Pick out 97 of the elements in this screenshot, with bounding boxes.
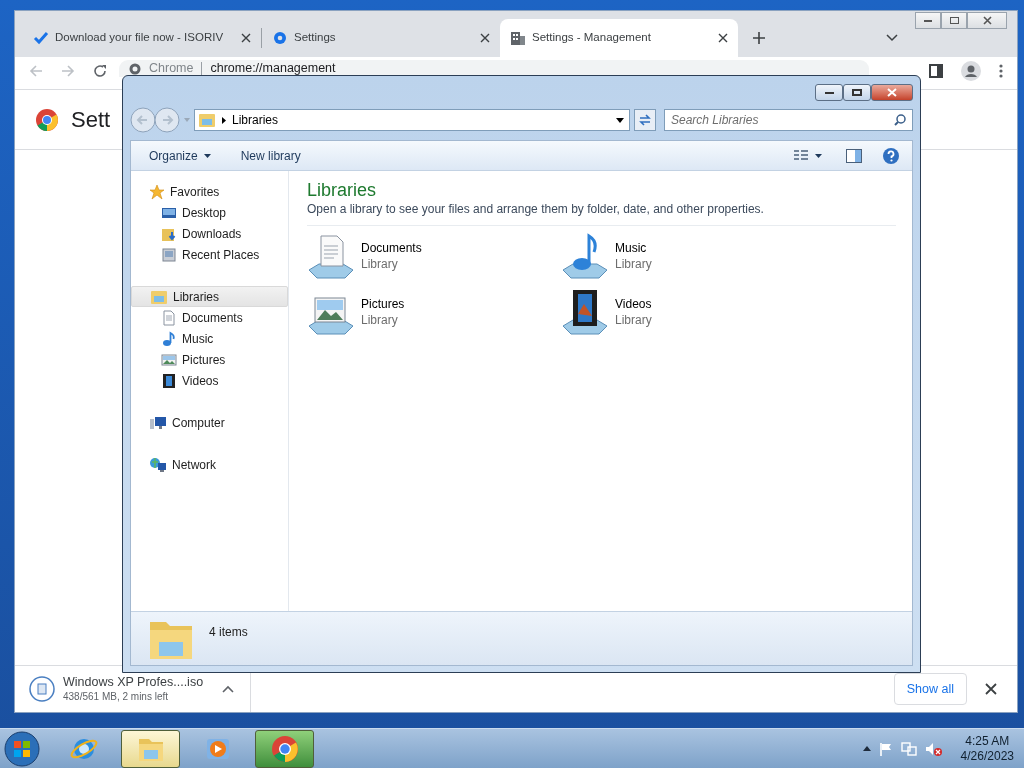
- show-all-button[interactable]: Show all: [893, 673, 967, 705]
- library-folder-icon: [150, 288, 168, 305]
- speaker-muted-icon[interactable]: [924, 741, 943, 756]
- organize-menu[interactable]: Organize: [137, 143, 223, 168]
- maximize-button[interactable]: [941, 12, 967, 29]
- nav-item[interactable]: Pictures: [131, 349, 288, 370]
- close-button[interactable]: [967, 12, 1007, 29]
- library-heading: Libraries: [307, 179, 378, 201]
- library-description: Open a library to see your files and arrange them by folder, date, and other properties.: [307, 201, 896, 226]
- nav-item[interactable]: Videos: [131, 370, 288, 391]
- breadcrumb-arrow-icon: [222, 116, 226, 124]
- browser-tab[interactable]: Settings - Management: [500, 19, 738, 57]
- minimize-button[interactable]: [915, 12, 941, 29]
- preview-pane-icon[interactable]: [846, 148, 862, 163]
- tab-title: Settings: [294, 30, 337, 46]
- nav-item[interactable]: Libraries: [131, 286, 288, 307]
- close-icon: [982, 16, 992, 25]
- close-icon[interactable]: [718, 33, 728, 43]
- music-library-icon: [561, 232, 609, 280]
- info-icon: [129, 62, 141, 75]
- page-title: Sett: [71, 106, 111, 134]
- site-label: Chrome: [149, 61, 194, 76]
- new-tab-icon[interactable]: [752, 31, 766, 45]
- close-icon: [887, 88, 897, 97]
- film-library-icon: [561, 288, 609, 336]
- music-note-icon: [161, 330, 177, 347]
- search-field[interactable]: Search Libraries: [664, 109, 913, 131]
- taskbar-button[interactable]: [121, 729, 180, 768]
- nav-item[interactable]: Documents: [131, 307, 288, 328]
- command-button[interactable]: New library: [228, 143, 313, 168]
- download-name: Windows XP Profes....iso: [63, 674, 205, 690]
- film-icon: [161, 372, 177, 389]
- close-icon[interactable]: [985, 683, 997, 695]
- library-tile[interactable]: Videos Library: [561, 288, 815, 336]
- computer-icon: [149, 414, 167, 431]
- close-icon[interactable]: [480, 33, 490, 43]
- library-tile[interactable]: Pictures Library: [307, 288, 561, 336]
- chevron-up-icon[interactable]: [222, 685, 234, 693]
- document-icon: [161, 309, 177, 326]
- library-name: Videos: [615, 296, 652, 312]
- library-type: Library: [615, 256, 652, 272]
- refresh-icon[interactable]: [634, 109, 656, 131]
- library-name: Pictures: [361, 296, 405, 312]
- caret-icon: [203, 153, 211, 158]
- chrome-icon: [270, 734, 299, 763]
- clock[interactable]: 4:25 AM 4/26/2023: [960, 733, 1014, 764]
- caret-icon[interactable]: [815, 153, 822, 158]
- minimize-button[interactable]: [815, 84, 843, 101]
- chevron-down-icon[interactable]: [886, 34, 898, 42]
- library-type: Library: [361, 256, 399, 272]
- browser-tab[interactable]: Settings: [262, 19, 500, 57]
- more-menu-icon[interactable]: [999, 64, 1003, 78]
- star-icon: [149, 183, 165, 200]
- search-icon[interactable]: [894, 114, 906, 126]
- profile-icon[interactable]: [961, 61, 981, 81]
- item-count: 4 items: [209, 623, 248, 641]
- recent-places-icon: [161, 246, 177, 263]
- network-icon: [149, 456, 167, 473]
- nav-item[interactable]: Favorites: [131, 181, 288, 202]
- dropdown-arrow-icon[interactable]: [616, 117, 624, 123]
- library-type: Library: [615, 312, 652, 328]
- nav-item[interactable]: Network: [131, 454, 288, 475]
- library-tile[interactable]: Documents Library: [307, 232, 561, 280]
- nav-item[interactable]: Music: [131, 328, 288, 349]
- search-placeholder: Search Libraries: [671, 112, 760, 129]
- reload-icon[interactable]: [93, 64, 107, 78]
- nav-item[interactable]: Desktop: [131, 202, 288, 223]
- start-button-icon[interactable]: [4, 730, 40, 767]
- help-icon[interactable]: [882, 146, 900, 165]
- url-text: chrome://management: [210, 61, 336, 76]
- library-tile[interactable]: Music Library: [561, 232, 815, 280]
- library-name: Documents: [361, 240, 422, 256]
- browser-tab[interactable]: Download your file now - ISORIV: [23, 19, 261, 57]
- picture-icon: [161, 351, 177, 368]
- file-download-icon: [29, 676, 55, 702]
- close-button[interactable]: [871, 84, 913, 101]
- view-options-icon[interactable]: [793, 148, 809, 163]
- library-folder-icon: [198, 112, 216, 128]
- download-status: 438/561 MB, 2 mins left: [63, 690, 170, 704]
- check-icon: [33, 30, 49, 46]
- document-library-icon: [307, 232, 355, 280]
- nav-item[interactable]: Computer: [131, 412, 288, 433]
- close-icon[interactable]: [241, 33, 251, 43]
- taskbar-button[interactable]: [255, 729, 314, 768]
- library-type: Library: [361, 312, 399, 328]
- show-hidden-icons-icon[interactable]: [862, 746, 871, 751]
- address-field[interactable]: Libraries: [194, 109, 630, 131]
- address-text: Libraries: [232, 112, 280, 129]
- chrome-logo-icon: [35, 107, 59, 132]
- side-panel-icon[interactable]: [929, 64, 943, 78]
- building-icon: [510, 30, 526, 46]
- maximize-button[interactable]: [843, 84, 871, 101]
- library-name: Music: [615, 240, 648, 256]
- tab-title: Download your file now - ISORIV: [55, 30, 225, 46]
- nav-item[interactable]: Downloads: [131, 223, 288, 244]
- tab-title: Settings - Management: [532, 30, 652, 46]
- nav-item[interactable]: Recent Places: [131, 244, 288, 265]
